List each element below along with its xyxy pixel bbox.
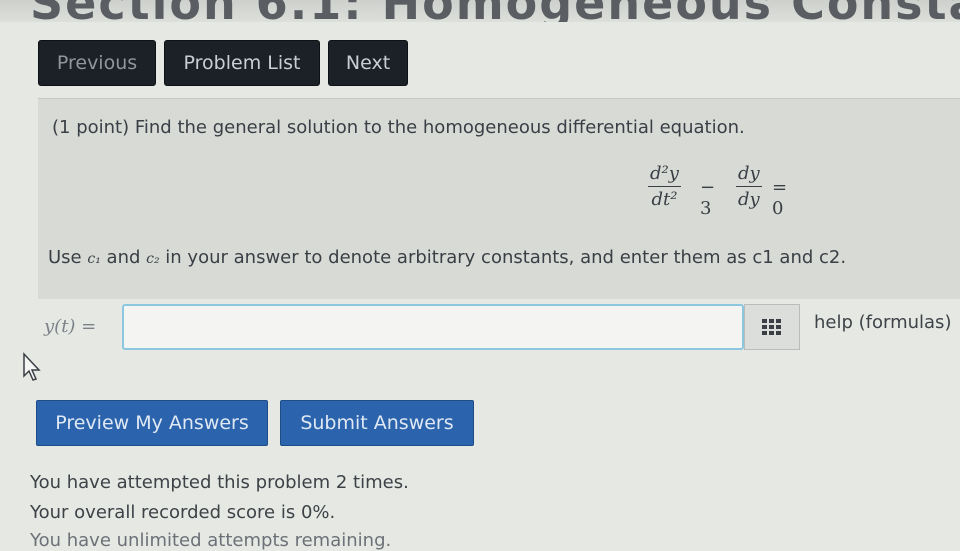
preview-answers-button[interactable]: Preview My Answers xyxy=(36,400,268,446)
problem-prompt: (1 point) Find the general solution to t… xyxy=(52,117,745,138)
help-formulas-link[interactable]: help (formulas) xyxy=(814,312,951,333)
answer-input[interactable] xyxy=(122,304,744,350)
second-derivative-fraction: d²y dt² xyxy=(648,163,681,210)
equals-zero: = 0 xyxy=(772,177,788,219)
minus-coefficient: − 3 xyxy=(700,177,716,219)
fraction-numerator: dy xyxy=(738,163,760,184)
instruction-text: in your answer to denote arbitrary const… xyxy=(159,247,847,268)
grid-keypad-icon xyxy=(762,319,781,335)
fraction-denominator: dt² xyxy=(651,189,678,210)
answer-label: y(t) = xyxy=(44,316,97,337)
first-derivative-fraction: dy dy xyxy=(736,163,762,210)
problem-nav: Previous Problem List Next xyxy=(38,40,408,86)
fraction-numerator: d²y xyxy=(650,163,679,184)
page-header: Section 6.1: Homogeneous Constant Coeffi… xyxy=(0,0,960,22)
previous-button[interactable]: Previous xyxy=(38,40,156,86)
submit-answers-button[interactable]: Submit Answers xyxy=(280,400,474,446)
equation-editor-button[interactable] xyxy=(744,304,800,350)
mouse-cursor-icon xyxy=(23,352,41,381)
problem-panel: (1 point) Find the general solution to t… xyxy=(38,98,960,299)
next-button[interactable]: Next xyxy=(328,40,408,86)
remaining-attempts-status: You have unlimited attempts remaining. xyxy=(30,530,392,551)
fraction-denominator: dy xyxy=(738,189,760,210)
constants-instruction: Use c₁ and c₂ in your answer to denote a… xyxy=(48,247,846,268)
score-status: Your overall recorded score is 0%. xyxy=(30,502,336,523)
constant-c2: c₂ xyxy=(146,251,160,267)
problem-list-button[interactable]: Problem List xyxy=(164,40,320,86)
constant-c1: c₁ xyxy=(87,251,101,267)
page-title: Section 6.1: Homogeneous Constant Coeffi… xyxy=(30,0,960,22)
instruction-text: Use xyxy=(48,247,88,268)
instruction-text: and xyxy=(100,247,147,268)
attempts-status: You have attempted this problem 2 times. xyxy=(30,472,409,493)
